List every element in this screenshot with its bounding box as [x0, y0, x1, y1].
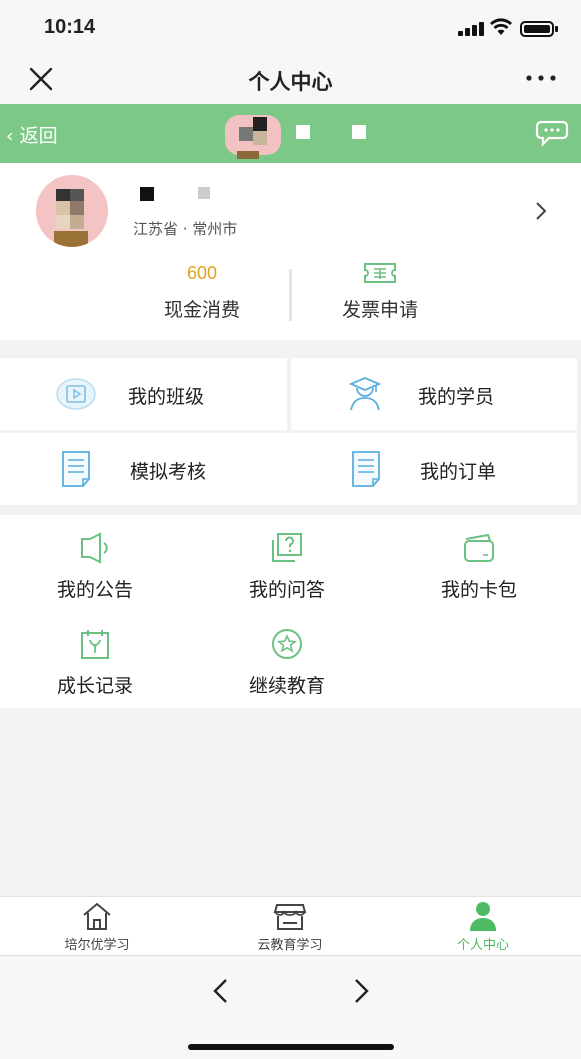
document-icon [352, 451, 380, 487]
service-continuing-edu-label: 继续教育 [248, 675, 325, 697]
service-continuing-edu[interactable]: 继续教育 [212, 627, 372, 707]
service-growth-record-label: 成长记录 [56, 675, 133, 697]
invoice-stat[interactable]: 发票申请 [305, 259, 455, 322]
quick-menu: 我的班级 我的学员 模拟考核 我的订单 [0, 358, 581, 507]
speaker-icon [81, 532, 108, 564]
profile-card: 江苏省 · 常州市 600 现金消费 发票申请 [0, 163, 581, 340]
nav-back-icon[interactable] [206, 976, 236, 1006]
question-icon [272, 533, 302, 562]
tab-cloud-edu-label: 云教育学习 [257, 938, 323, 953]
service-qa[interactable]: 我的问答 [212, 531, 372, 611]
status-bar: 10:14 [0, 0, 581, 56]
person-icon [470, 902, 496, 931]
cash-spend-value: 600 [186, 263, 218, 283]
video-book-icon [56, 378, 96, 410]
menu-my-orders-label[interactable]: 我的订单 [420, 457, 496, 484]
cash-spend-stat[interactable]: 600 现金消费 [127, 259, 277, 322]
user-location: 江苏省 · 常州市 [133, 220, 238, 238]
back-button[interactable]: ‹ 返回 [6, 121, 58, 148]
home-indicator[interactable] [188, 1044, 394, 1050]
wifi-icon [490, 18, 512, 35]
header-bar: ‹ 返回 [0, 104, 581, 163]
star-badge-icon [272, 629, 302, 659]
signal-icon [458, 22, 484, 36]
stat-divider [289, 269, 292, 321]
cash-spend-label: 现金消费 [163, 299, 240, 321]
home-icon [83, 902, 111, 930]
masked-name-block [352, 125, 366, 139]
service-card-wallet-label: 我的卡包 [440, 579, 517, 601]
service-growth-record[interactable]: 成长记录 [20, 627, 180, 707]
ticket-icon [364, 263, 396, 283]
graduate-icon [348, 377, 382, 411]
menu-my-students-label: 我的学员 [418, 386, 495, 408]
browser-nav-bar [0, 955, 581, 1059]
menu-mock-exam[interactable]: 模拟考核 我的订单 [0, 433, 577, 505]
masked-nickname [140, 187, 210, 201]
menu-my-students[interactable]: 我的学员 [291, 358, 577, 430]
tab-personal-center-label: 个人中心 [456, 938, 509, 953]
menu-my-class[interactable]: 我的班级 [0, 358, 287, 430]
header-avatar [225, 115, 281, 159]
calendar-sprout-icon [81, 630, 109, 659]
status-time: 10:14 [44, 16, 96, 38]
tab-cloud-edu[interactable]: 云教育学习 [193, 897, 387, 956]
chat-icon[interactable] [533, 118, 569, 148]
menu-my-class-label: 我的班级 [128, 386, 205, 408]
title-bar: 个人中心 [0, 56, 581, 104]
chevron-left-icon: ‹ [6, 125, 14, 147]
service-grid: 我的公告 我的问答 我的卡包 成长记录 继续教育 [0, 515, 581, 708]
store-icon [273, 904, 307, 930]
service-card-wallet[interactable]: 我的卡包 [404, 531, 564, 611]
tab-peiery-study[interactable]: 培尔优学习 [0, 897, 194, 956]
service-announcements-label: 我的公告 [56, 579, 133, 601]
service-qa-label: 我的问答 [248, 579, 325, 601]
user-avatar[interactable] [36, 175, 108, 247]
invoice-label: 发票申请 [341, 299, 418, 321]
nav-forward-icon[interactable] [346, 976, 376, 1006]
menu-mock-exam-label: 模拟考核 [130, 461, 207, 483]
battery-icon [520, 21, 558, 37]
service-announcements[interactable]: 我的公告 [20, 531, 180, 611]
wallet-icon [464, 533, 494, 562]
more-icon[interactable] [524, 68, 558, 88]
tab-peiery-study-label: 培尔优学习 [64, 938, 130, 953]
bottom-tab-bar: 培尔优学习 云教育学习 个人中心 [0, 896, 581, 955]
tab-personal-center[interactable]: 个人中心 [386, 897, 580, 956]
chevron-right-icon[interactable] [534, 201, 548, 221]
page-title: 个人中心 [248, 70, 333, 94]
back-label: 返回 [19, 125, 58, 147]
masked-name-block [296, 125, 310, 139]
document-icon [62, 451, 90, 487]
